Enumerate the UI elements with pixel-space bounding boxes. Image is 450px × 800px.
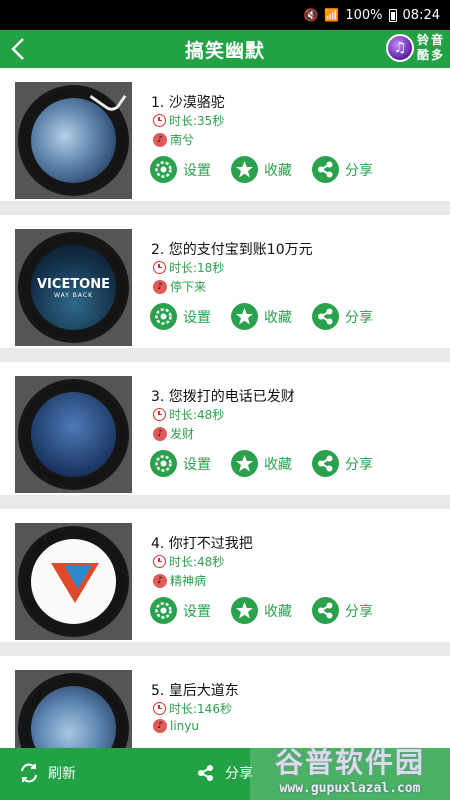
share-icon	[312, 303, 339, 330]
mute-icon: 🔇	[303, 8, 319, 22]
singer-icon: ♪	[153, 426, 167, 441]
cover-art: VICETONE WAY BACK	[31, 245, 116, 330]
share-icon	[312, 156, 339, 183]
cover-art	[31, 392, 116, 477]
refresh-icon	[21, 763, 37, 783]
watermark: 谷普软件园 www.gupuxlazal.com	[250, 736, 450, 800]
action-row: 设置 收藏 分享	[150, 597, 393, 624]
song-duration: 时长:48秒	[153, 406, 224, 423]
list-item[interactable]: 4. 你打不过我把 时长:48秒 ♪ 精神病 设置 收藏 分享	[0, 509, 450, 642]
set-ringtone-button[interactable]: 设置	[150, 597, 231, 624]
gear-icon	[150, 156, 177, 183]
album-cover[interactable]	[15, 79, 132, 199]
song-title: 1. 沙漠骆驼	[151, 95, 225, 111]
gear-icon	[150, 450, 177, 477]
song-duration: 时长:35秒	[153, 112, 224, 129]
song-duration: 时长:48秒	[153, 553, 224, 570]
star-icon	[231, 450, 258, 477]
share-button[interactable]: 分享	[312, 156, 393, 183]
song-title: 5. 皇后大道东	[151, 683, 239, 699]
song-singer: ♪ 发财	[153, 425, 194, 442]
cover-art	[31, 98, 116, 183]
page-title: 搞笑幽默	[184, 39, 265, 62]
clock-icon	[153, 555, 166, 568]
gear-icon	[150, 597, 177, 624]
song-duration: 时长:18秒	[153, 259, 224, 276]
favorite-button[interactable]: 收藏	[231, 303, 312, 330]
action-row: 设置 收藏 分享	[150, 450, 393, 477]
action-row: 设置 收藏 分享	[150, 303, 393, 330]
album-cover[interactable]	[15, 523, 132, 640]
singer-icon: ♪	[153, 573, 167, 588]
battery-level: 100%	[345, 7, 383, 23]
singer-icon: ♪	[153, 132, 167, 147]
clock-time: 08:24	[402, 7, 440, 23]
star-icon	[231, 597, 258, 624]
status-bar: 🔇 📶 100% 08:24	[0, 0, 450, 30]
share-button[interactable]: 分享	[312, 597, 393, 624]
refresh-button[interactable]: 刷新	[18, 762, 76, 784]
app-bar: 搞笑幽默 ♫ 铃 音 酷 多	[0, 30, 450, 68]
gear-icon	[150, 303, 177, 330]
album-cover[interactable]	[15, 376, 132, 493]
singer-icon: ♪	[153, 279, 167, 294]
star-icon	[231, 303, 258, 330]
song-title: 4. 你打不过我把	[151, 536, 253, 552]
cover-art	[31, 539, 116, 624]
clock-icon	[153, 261, 166, 274]
share-icon	[312, 450, 339, 477]
wifi-icon: 📶	[324, 8, 340, 22]
set-ringtone-button[interactable]: 设置	[150, 303, 231, 330]
song-singer: ♪ 精神病	[153, 572, 206, 589]
clock-icon	[153, 702, 166, 715]
song-singer: ♪ 南兮	[153, 131, 194, 148]
share-button[interactable]: 分享	[312, 303, 393, 330]
singer-icon: ♪	[153, 719, 167, 733]
favorite-button[interactable]: 收藏	[231, 597, 312, 624]
back-arrow-icon[interactable]	[4, 34, 34, 64]
logo-text: 铃 音 酷 多	[416, 33, 443, 62]
list-item[interactable]: 1. 沙漠骆驼 时长:35秒 ♪ 南兮 设置 收藏 分享	[0, 68, 450, 201]
favorite-button[interactable]: 收藏	[231, 450, 312, 477]
song-title: 3. 您拨打的电话已发财	[151, 389, 295, 405]
favorite-button[interactable]: 收藏	[231, 156, 312, 183]
song-singer: ♪ linyu	[153, 719, 199, 733]
action-row: 设置 收藏 分享	[150, 156, 393, 183]
music-note-icon: ♫	[386, 34, 414, 62]
share-icon	[198, 765, 213, 781]
bottom-share-button[interactable]: 分享	[195, 762, 253, 784]
vinyl-disc: VICETONE WAY BACK	[18, 232, 129, 343]
clock-icon	[153, 114, 166, 127]
star-icon	[231, 156, 258, 183]
song-title: 2. 您的支付宝到账10万元	[151, 242, 313, 258]
song-singer: ♪ 停下来	[153, 278, 206, 295]
vinyl-disc	[18, 379, 129, 490]
vinyl-disc	[18, 526, 129, 637]
list-item[interactable]: 3. 您拨打的电话已发财 时长:48秒 ♪ 发财 设置 收藏 分享	[0, 362, 450, 495]
share-icon	[312, 597, 339, 624]
set-ringtone-button[interactable]: 设置	[150, 450, 231, 477]
share-button[interactable]: 分享	[312, 450, 393, 477]
song-duration: 时长:146秒	[153, 700, 232, 717]
album-cover[interactable]: VICETONE WAY BACK	[15, 229, 132, 346]
list-item[interactable]: VICETONE WAY BACK 2. 您的支付宝到账10万元 时长:18秒 ♪…	[0, 215, 450, 348]
app-logo: ♫ 铃 音 酷 多	[386, 33, 444, 63]
clock-icon	[153, 408, 166, 421]
battery-icon	[388, 8, 397, 22]
set-ringtone-button[interactable]: 设置	[150, 156, 231, 183]
